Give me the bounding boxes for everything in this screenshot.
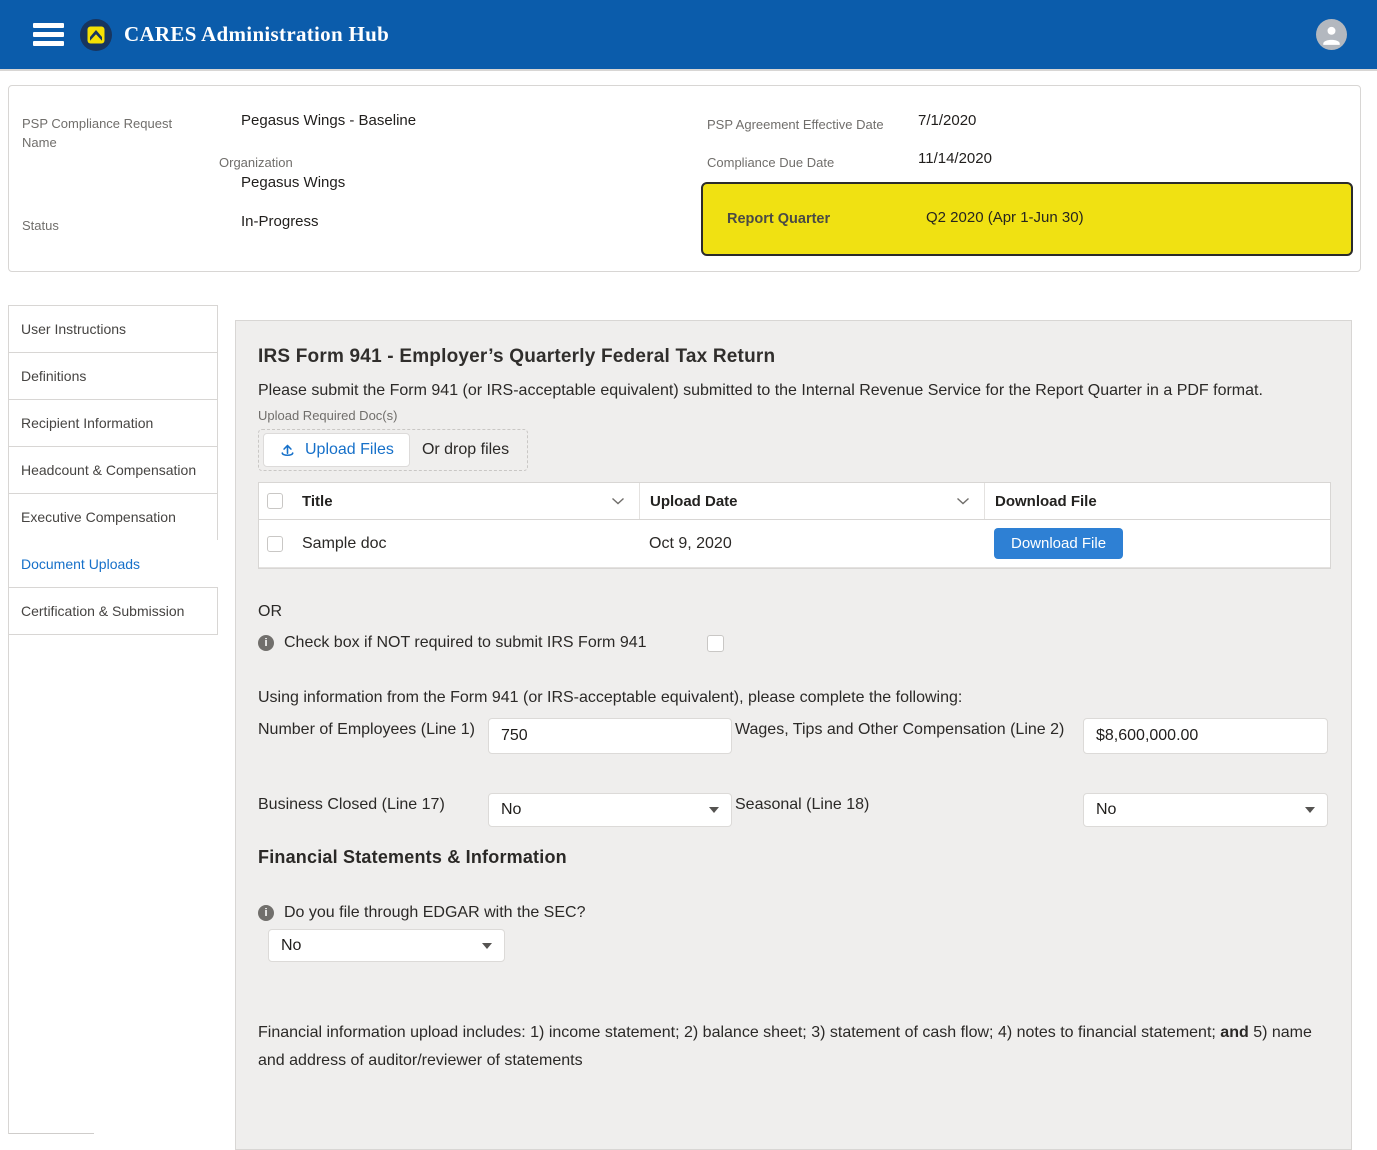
sidebar-item-executive-compensation[interactable]: Executive Compensation [9, 493, 218, 541]
app-title: CARES Administration Hub [124, 22, 389, 47]
upload-required-docs-label: Upload Required Doc(s) [258, 408, 1329, 423]
sidebar-item-headcount-compensation[interactable]: Headcount & Compensation [9, 446, 218, 494]
select-all-checkbox[interactable] [267, 493, 283, 509]
info-circle-icon[interactable]: i [258, 635, 274, 651]
compliance-overview-panel: PSP Compliance Request Name Pegasus Wing… [8, 85, 1361, 272]
chevron-down-icon[interactable] [611, 497, 625, 505]
table-header-row: Title Upload Date Download File [259, 483, 1330, 520]
status-label: Status [22, 216, 59, 235]
business-closed-label: Business Closed (Line 17) [258, 790, 488, 819]
employees-input[interactable] [488, 718, 732, 754]
sidebar-item-document-uploads[interactable]: Document Uploads [9, 540, 218, 588]
sidebar-item-user-instructions[interactable]: User Instructions [9, 305, 218, 353]
doc-title-cell: Sample doc [302, 535, 639, 553]
upload-icon [279, 442, 296, 458]
due-date-value: 11/14/2020 [918, 150, 992, 167]
effective-date-value: 7/1/2020 [918, 112, 976, 129]
row-checkbox[interactable] [267, 536, 283, 552]
report-quarter-value: Q2 2020 (Apr 1-Jun 30) [926, 209, 1084, 226]
organization-value: Pegasus Wings [241, 174, 345, 191]
report-quarter-highlight: Report Quarter Q2 2020 (Apr 1-Jun 30) [701, 182, 1353, 256]
wages-input[interactable] [1083, 718, 1328, 754]
triangle-down-icon [709, 807, 719, 813]
effective-date-label: PSP Agreement Effective Date [707, 115, 884, 134]
cares-shield-logo-icon [79, 18, 113, 52]
column-header-upload-date[interactable]: Upload Date [639, 483, 984, 519]
request-name-label: PSP Compliance Request Name [22, 114, 192, 152]
download-file-button[interactable]: Download File [994, 528, 1123, 559]
document-uploads-panel: IRS Form 941 - Employer’s Quarterly Fede… [235, 320, 1352, 1150]
employees-label: Number of Employees (Line 1) [258, 715, 488, 744]
due-date-label: Compliance Due Date [707, 153, 834, 172]
sidebar-footer-divider [9, 1133, 94, 1134]
edgar-question-row: i Do you file through EDGAR with the SEC… [258, 904, 1329, 922]
form941-section-title: IRS Form 941 - Employer’s Quarterly Fede… [258, 346, 1329, 368]
edgar-question-label: Do you file through EDGAR with the SEC? [284, 904, 585, 922]
complete-following-text: Using information from the Form 941 (or … [258, 689, 1329, 707]
financial-statements-heading: Financial Statements & Information [258, 847, 1329, 868]
column-header-download-file: Download File [984, 483, 1330, 519]
edgar-select[interactable]: No [268, 929, 505, 962]
column-header-title[interactable]: Title [302, 483, 639, 519]
triangle-down-icon [482, 943, 492, 949]
drop-files-label: Or drop files [422, 441, 509, 459]
request-name-value: Pegasus Wings - Baseline [241, 112, 416, 129]
organization-label: Organization [219, 153, 293, 172]
status-value: In-Progress [241, 213, 319, 230]
seasonal-select[interactable]: No [1083, 793, 1328, 827]
not-required-row: i Check box if NOT required to submit IR… [258, 634, 1329, 652]
upload-files-button[interactable]: Upload Files [263, 433, 410, 467]
seasonal-label: Seasonal (Line 18) [732, 790, 1083, 819]
not-required-checkbox[interactable] [707, 635, 724, 652]
field-row-1: Number of Employees (Line 1) Wages, Tips… [258, 715, 1329, 754]
not-required-label: Check box if NOT required to submit IRS … [284, 634, 647, 652]
field-row-2: Business Closed (Line 17) No Seasonal (L… [258, 790, 1329, 827]
business-closed-select[interactable]: No [488, 793, 732, 827]
file-drop-zone[interactable]: Upload Files Or drop files [258, 429, 528, 471]
user-avatar-icon[interactable] [1316, 19, 1347, 50]
triangle-down-icon [1305, 807, 1315, 813]
hamburger-menu-icon[interactable] [33, 23, 64, 46]
form941-description: Please submit the Form 941 (or IRS-accep… [258, 377, 1324, 405]
chevron-down-icon[interactable] [956, 497, 970, 505]
upload-date-cell: Oct 9, 2020 [639, 520, 984, 567]
sidebar-item-recipient-information[interactable]: Recipient Information [9, 399, 218, 447]
wages-label: Wages, Tips and Other Compensation (Line… [732, 715, 1083, 744]
section-nav-sidebar: User Instructions Definitions Recipient … [8, 305, 218, 1134]
or-separator-label: OR [258, 603, 1329, 621]
sidebar-item-definitions[interactable]: Definitions [9, 352, 218, 400]
info-circle-icon[interactable]: i [258, 905, 274, 921]
sidebar-item-certification-submission[interactable]: Certification & Submission [9, 587, 218, 635]
financial-upload-note: Financial information upload includes: 1… [258, 1019, 1326, 1075]
table-row: Sample doc Oct 9, 2020 Download File [259, 520, 1330, 568]
upload-files-label: Upload Files [305, 441, 394, 459]
app-header: CARES Administration Hub [0, 0, 1377, 71]
uploaded-docs-table: Title Upload Date Download File Sample d… [258, 482, 1331, 569]
report-quarter-label: Report Quarter [727, 211, 830, 227]
